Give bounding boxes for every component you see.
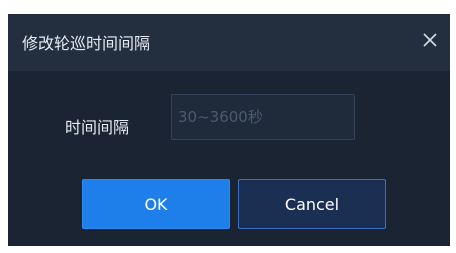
ok-button[interactable]: OK bbox=[82, 179, 230, 229]
interval-input[interactable] bbox=[171, 94, 355, 140]
close-button[interactable] bbox=[414, 24, 446, 56]
dialog-title: 修改轮巡时间间隔 bbox=[22, 34, 151, 53]
cancel-button-label: Cancel bbox=[284, 194, 340, 214]
ok-button-label: OK bbox=[144, 194, 168, 214]
interval-label: 时间间隔 bbox=[65, 118, 130, 137]
cancel-button[interactable]: Cancel bbox=[238, 179, 386, 229]
dialog-titlebar: 修改轮巡时间间隔 bbox=[8, 14, 450, 71]
polling-interval-dialog: 修改轮巡时间间隔 时间间隔 OK Cancel bbox=[8, 14, 450, 246]
close-icon bbox=[423, 33, 437, 47]
